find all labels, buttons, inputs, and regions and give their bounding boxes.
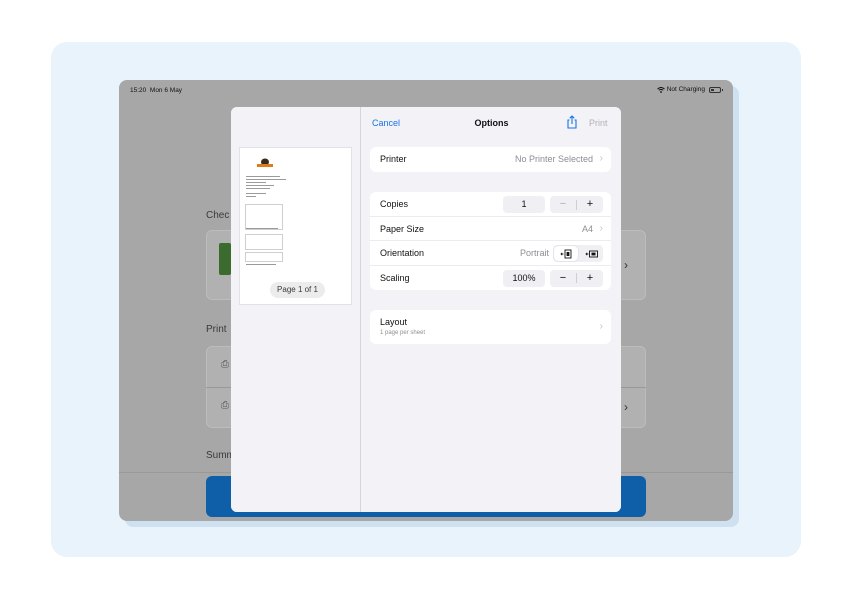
preview-pane: Page 1 of 1 bbox=[231, 107, 361, 512]
chevron-right-icon: › bbox=[624, 258, 628, 272]
preview-table bbox=[245, 204, 283, 230]
layout-row[interactable]: Layout 1 page per sheet › bbox=[370, 310, 611, 344]
bg-thumbnail bbox=[219, 243, 231, 275]
orientation-label: Orientation bbox=[380, 248, 425, 258]
print-options-sheet: Page 1 of 1 Cancel Options Print Printer… bbox=[231, 107, 621, 512]
paper-size-value: A4 bbox=[581, 223, 593, 234]
portrait-orientation-icon[interactable] bbox=[554, 246, 578, 261]
orientation-value: Portrait bbox=[519, 248, 549, 258]
bg-section-check: Chec bbox=[206, 210, 230, 221]
scaling-increment-button[interactable]: + bbox=[577, 270, 603, 287]
preview-line bbox=[246, 179, 286, 180]
chevron-right-icon: › bbox=[599, 153, 603, 164]
options-nav-bar: Cancel Options Print bbox=[362, 107, 621, 139]
preview-table bbox=[245, 234, 283, 250]
layout-label: Layout bbox=[380, 317, 408, 327]
landscape-orientation-icon[interactable] bbox=[579, 245, 603, 262]
logo-icon bbox=[257, 158, 273, 167]
print-settings-group: Copies 1 − + Paper Size A4 › Orientation… bbox=[370, 192, 611, 290]
bg-section-print: Print bbox=[206, 324, 227, 335]
status-time-text: 15:20 bbox=[130, 87, 147, 94]
copies-stepper: − + bbox=[550, 196, 603, 213]
preview-line bbox=[246, 185, 274, 186]
scaling-value[interactable]: 100% bbox=[503, 269, 545, 287]
scaling-row: Scaling 100% − + bbox=[370, 266, 611, 291]
paper-size-label: Paper Size bbox=[380, 223, 425, 234]
preview-line bbox=[246, 188, 270, 189]
chevron-right-icon: › bbox=[599, 222, 603, 234]
printer-row[interactable]: Printer No Printer Selected › bbox=[370, 147, 611, 172]
wifi-icon bbox=[656, 86, 665, 93]
paper-size-row[interactable]: Paper Size A4 › bbox=[370, 217, 611, 241]
chevron-right-icon: › bbox=[624, 400, 628, 414]
preview-line bbox=[246, 182, 266, 183]
copies-decrement-button[interactable]: − bbox=[550, 196, 576, 213]
options-title: Options bbox=[474, 118, 509, 128]
preview-line bbox=[246, 176, 280, 177]
printer-label: Printer bbox=[380, 154, 407, 164]
preview-line bbox=[246, 196, 256, 197]
orientation-row: Orientation Portrait bbox=[370, 241, 611, 266]
orientation-toggle bbox=[553, 245, 603, 262]
scaling-stepper: − + bbox=[550, 269, 603, 287]
share-icon[interactable] bbox=[565, 115, 579, 129]
status-right: Not Charging bbox=[656, 86, 723, 93]
copies-increment-button[interactable]: + bbox=[577, 196, 603, 213]
copies-value[interactable]: 1 bbox=[503, 196, 545, 213]
preview-line bbox=[246, 193, 266, 194]
printer-icon: ⎙ bbox=[221, 400, 229, 411]
printer-value: No Printer Selected bbox=[514, 154, 593, 164]
printer-group: Printer No Printer Selected › bbox=[370, 147, 611, 172]
options-pane: Cancel Options Print Printer No Printer … bbox=[362, 107, 621, 512]
chevron-right-icon: › bbox=[599, 321, 603, 332]
status-date-text: Mon 6 May bbox=[149, 87, 183, 94]
print-button[interactable]: Print bbox=[589, 118, 608, 128]
printer-icon: ⎙ bbox=[221, 359, 229, 370]
scaling-decrement-button[interactable]: − bbox=[550, 270, 576, 287]
layout-group: Layout 1 page per sheet › bbox=[370, 310, 611, 344]
copies-row: Copies 1 − + bbox=[370, 192, 611, 217]
charging-status: Not Charging bbox=[666, 86, 705, 93]
status-bar: 15:20 Mon 6 May Not Charging bbox=[119, 80, 733, 100]
scaling-label: Scaling bbox=[380, 272, 410, 283]
preview-line bbox=[246, 264, 276, 265]
page-count-label: Page 1 of 1 bbox=[270, 282, 325, 298]
battery-icon bbox=[709, 86, 723, 93]
layout-subtitle: 1 page per sheet bbox=[380, 330, 426, 336]
preview-table bbox=[245, 252, 283, 262]
status-time: 15:20 Mon 6 May bbox=[130, 87, 182, 94]
preview-line bbox=[246, 228, 278, 229]
copies-label: Copies bbox=[380, 199, 409, 209]
